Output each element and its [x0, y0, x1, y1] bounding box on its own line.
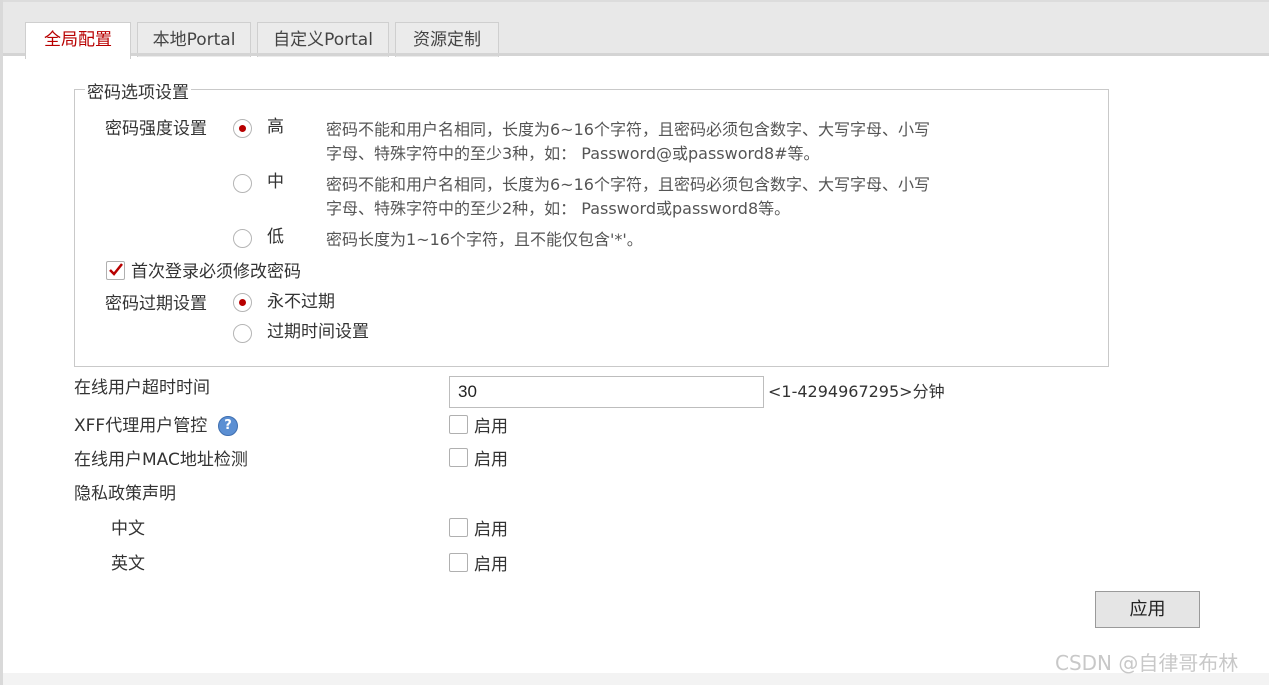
tab-custom-portal[interactable]: 自定义Portal	[257, 22, 389, 57]
tab-global-config[interactable]: 全局配置	[25, 22, 131, 59]
strength-medium-desc-line1: 密码不能和用户名相同，长度为6~16个字符，且密码必须包含数字、大写字母、小写	[326, 175, 930, 194]
help-icon[interactable]: ?	[218, 416, 238, 436]
online-timeout-hint: <1-4294967295>分钟	[768, 382, 945, 401]
xff-enable-checkbox[interactable]	[449, 415, 468, 434]
password-options-legend: 密码选项设置	[85, 82, 191, 104]
expiry-never-label: 永不过期	[267, 292, 335, 312]
password-expiry-label: 密码过期设置	[105, 294, 207, 314]
strength-medium-desc-line2: 字母、特殊字符中的至少2种，如： Password或password8等。	[326, 199, 791, 218]
strength-high-desc-line1: 密码不能和用户名相同，长度为6~16个字符，且密码必须包含数字、大写字母、小写	[326, 120, 930, 139]
expiry-never-radio[interactable]	[233, 293, 252, 312]
password-strength-label: 密码强度设置	[105, 119, 207, 139]
strength-low-radio[interactable]	[233, 229, 252, 248]
watermark: CSDN @自律哥布林	[1055, 651, 1239, 675]
strength-medium-radio[interactable]	[233, 174, 252, 193]
mac-check-label: 在线用户MAC地址检测	[74, 450, 248, 470]
strength-low-desc: 密码长度为1~16个字符，且不能仅包含'*'。	[326, 230, 643, 249]
strength-low-label: 低	[267, 227, 284, 247]
strength-high-label: 高	[267, 117, 284, 137]
online-timeout-label: 在线用户超时时间	[74, 378, 210, 398]
privacy-chinese-checkbox[interactable]	[449, 518, 468, 537]
strength-medium-label: 中	[267, 172, 284, 192]
expiry-set-time-label: 过期时间设置	[267, 322, 369, 342]
first-login-change-label: 首次登录必须修改密码	[131, 262, 301, 282]
privacy-english-checkbox[interactable]	[449, 553, 468, 572]
xff-enable-label: 启用	[474, 417, 508, 437]
first-login-change-checkbox[interactable]	[106, 261, 125, 280]
privacy-chinese-enable-label: 启用	[474, 520, 508, 540]
privacy-chinese-label: 中文	[111, 519, 145, 539]
tab-bar: 全局配置 本地Portal 自定义Portal 资源定制	[3, 0, 1269, 59]
expiry-set-time-radio[interactable]	[233, 324, 252, 343]
checkmark-icon	[109, 263, 123, 276]
strength-high-desc-line2: 字母、特殊字符中的至少3种，如： Password@或password8#等。	[326, 144, 820, 163]
strength-high-radio[interactable]	[233, 119, 252, 138]
mac-check-enable-label: 启用	[474, 450, 508, 470]
tab-resource-custom[interactable]: 资源定制	[395, 22, 499, 57]
online-timeout-input[interactable]	[449, 376, 764, 408]
privacy-english-label: 英文	[111, 554, 145, 574]
apply-button[interactable]: 应用	[1095, 591, 1200, 628]
xff-label: XFF代理用户管控	[74, 416, 208, 436]
privacy-policy-label: 隐私政策声明	[74, 484, 176, 504]
tab-local-portal[interactable]: 本地Portal	[137, 22, 251, 57]
privacy-english-enable-label: 启用	[474, 555, 508, 575]
mac-check-enable-checkbox[interactable]	[449, 448, 468, 467]
page: 全局配置 本地Portal 自定义Portal 资源定制 密码选项设置 密码强度…	[0, 0, 1269, 685]
